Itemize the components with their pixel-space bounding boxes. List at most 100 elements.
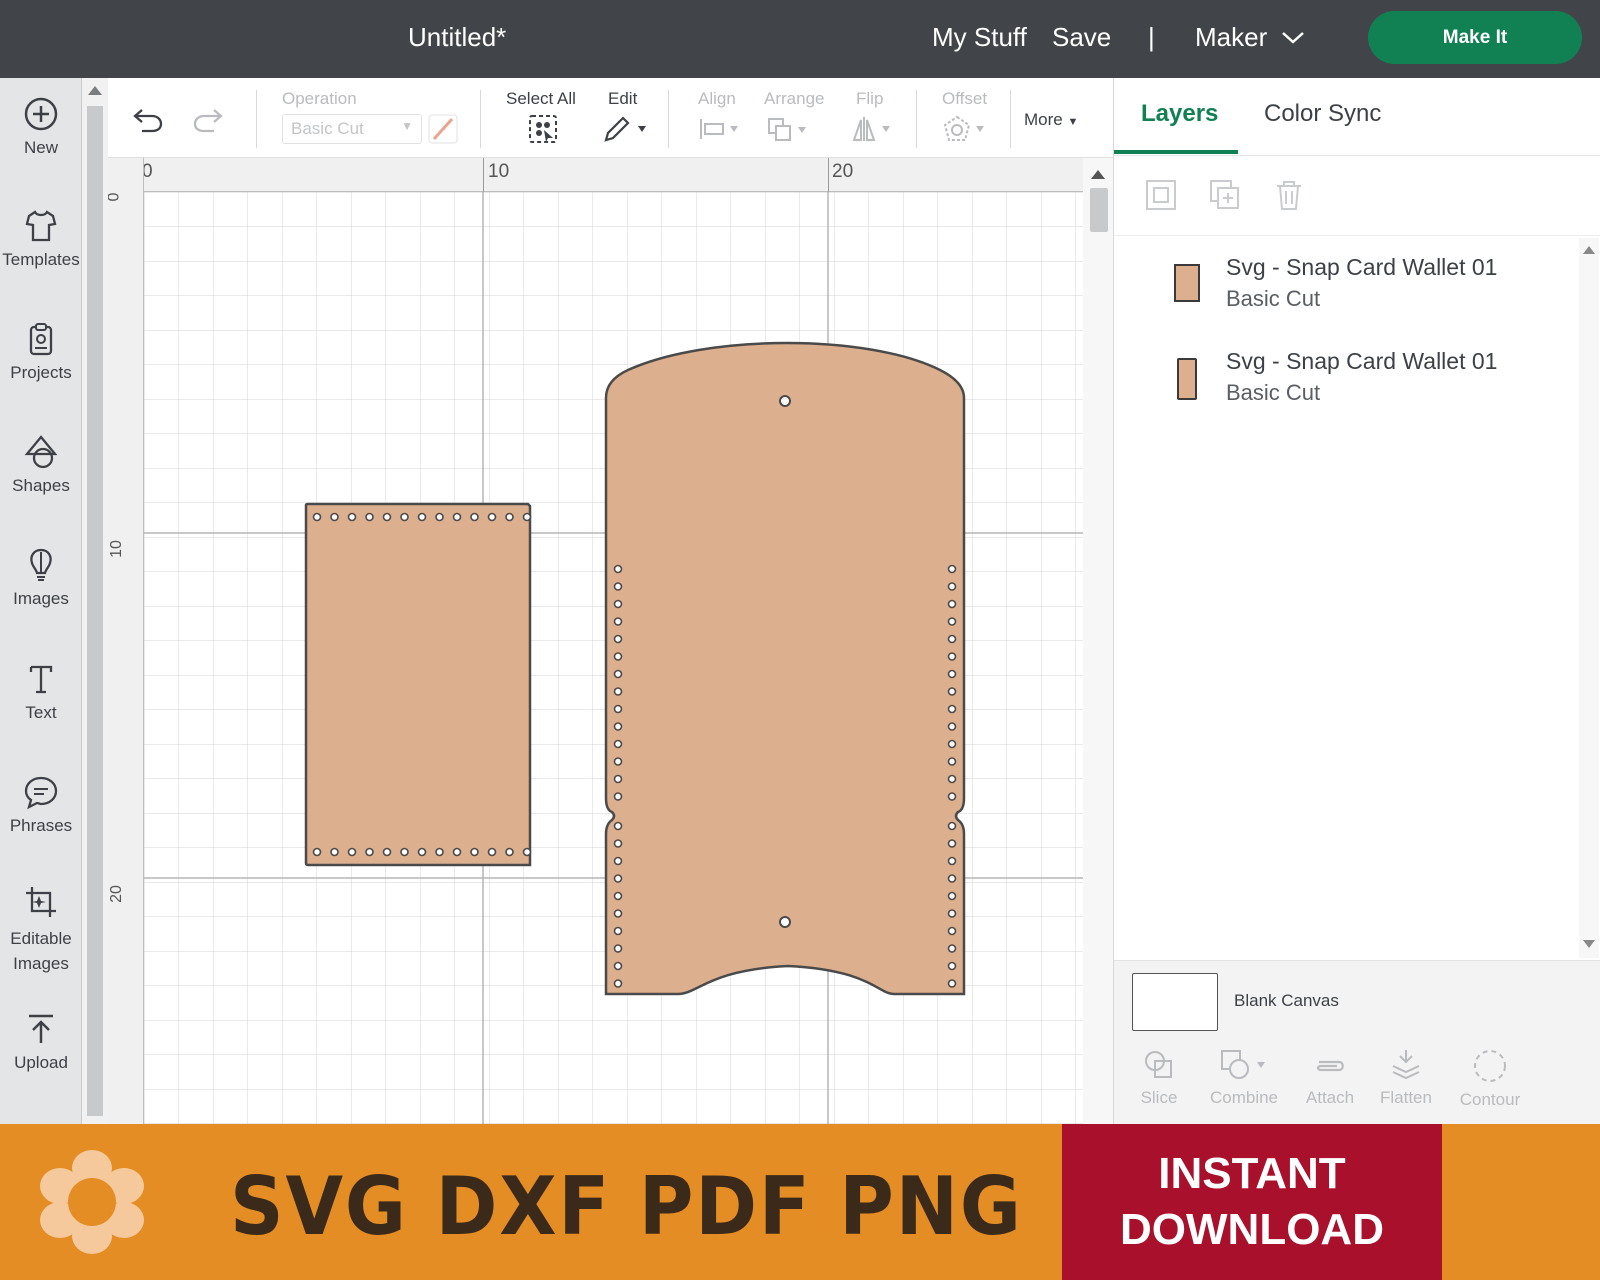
design-canvas[interactable]: 0 10 20 0 10 20: [108, 158, 1083, 1124]
make-it-button[interactable]: Make It: [1368, 11, 1582, 64]
wallet-body-shape[interactable]: [604, 341, 966, 996]
stitch-hole: [947, 687, 957, 696]
scroll-up-arrow-icon[interactable]: [88, 86, 102, 95]
promo-banner: SVG DXF PDF PNG INSTANT DOWNLOAD: [0, 1124, 1600, 1280]
sidebar-label: Images: [13, 589, 69, 608]
layers-scrollbar[interactable]: [1579, 238, 1599, 958]
stitch-hole: [613, 652, 623, 661]
flatten-label: Flatten: [1380, 1088, 1432, 1107]
caret-down-icon: ▼: [1067, 116, 1079, 128]
plus-circle-icon: [24, 97, 58, 131]
scroll-thumb[interactable]: [87, 106, 103, 1116]
stitch-hole: [947, 979, 957, 988]
sidebar-item-images[interactable]: Images: [0, 547, 82, 609]
right-panel: Layers Color Sync Svg - Snap Card Wallet…: [1113, 78, 1600, 1124]
attach-label: Attach: [1305, 1088, 1355, 1107]
layer-tools: Slice Combine Attach Flatten Contour: [1114, 1040, 1600, 1124]
slice-icon: [1145, 1051, 1172, 1078]
sidebar-item-shapes[interactable]: Shapes: [0, 434, 82, 496]
stitch-hole: [613, 757, 623, 766]
tab-color-sync[interactable]: Color Sync: [1264, 100, 1381, 128]
toolbar-divider: [1010, 90, 1011, 148]
flip-label: Flip: [856, 89, 884, 108]
sidebar-item-phrases[interactable]: Phrases: [0, 774, 82, 836]
scroll-thumb[interactable]: [1090, 188, 1108, 232]
combine-button[interactable]: Combine: [1204, 1048, 1284, 1108]
stitch-hole: [947, 839, 957, 848]
stitch-hole: [347, 512, 357, 522]
layer-operation: Basic Cut: [1226, 380, 1321, 405]
canvas-vertical-scrollbar[interactable]: [1083, 158, 1113, 1124]
stitch-hole: [613, 909, 623, 918]
download-line-2: DOWNLOAD: [1120, 1205, 1384, 1254]
layer-operation: Basic Cut: [1226, 286, 1321, 311]
layer-name: Svg - Snap Card Wallet 01: [1226, 348, 1498, 374]
card-pocket-shape[interactable]: [304, 502, 532, 867]
tab-layers[interactable]: Layers: [1141, 100, 1218, 128]
scroll-down-arrow-icon[interactable]: [1583, 940, 1595, 948]
stitch-hole: [947, 722, 957, 731]
stitch-hole: [347, 847, 357, 857]
stitch-hole: [505, 512, 514, 522]
stitch-hole: [947, 856, 957, 866]
stitch-hole: [470, 847, 479, 857]
select-all-icon[interactable]: [528, 114, 558, 144]
sidebar-item-templates[interactable]: Templates: [0, 208, 82, 270]
trash-icon[interactable]: [1272, 178, 1306, 212]
stitch-hole: [613, 687, 623, 696]
layer-item[interactable]: Svg - Snap Card Wallet 01 Basic Cut: [1174, 248, 1564, 328]
sidebar-item-new[interactable]: New: [0, 96, 82, 158]
slice-button[interactable]: Slice: [1134, 1048, 1184, 1108]
stitch-hole: [613, 599, 623, 609]
stitch-hole: [452, 847, 462, 857]
stitch-hole: [613, 739, 623, 749]
stitch-hole: [947, 909, 957, 918]
arrange-label: Arrange: [764, 89, 825, 108]
stitch-hole: [947, 757, 957, 766]
scroll-up-arrow-icon[interactable]: [1583, 246, 1595, 254]
stitch-hole: [613, 839, 623, 848]
more-menu[interactable]: More ▼: [1024, 110, 1078, 130]
sidebar-label: New: [23, 138, 58, 157]
left-scrollbar[interactable]: [82, 78, 108, 1124]
my-stuff-link[interactable]: My Stuff: [932, 22, 1027, 53]
machine-select[interactable]: Maker: [1195, 22, 1305, 53]
redo-icon[interactable]: [192, 106, 224, 134]
duplicate-icon[interactable]: [1208, 178, 1242, 212]
stitch-hole: [947, 774, 957, 784]
sidebar-item-editable-images[interactable]: Editable Images: [0, 884, 82, 976]
sidebar-label: Text: [25, 703, 57, 722]
layer-thumbnail: [1174, 264, 1200, 302]
stitch-hole: [613, 582, 623, 591]
save-button[interactable]: Save: [1052, 22, 1111, 53]
layer-item[interactable]: Svg - Snap Card Wallet 01 Basic Cut: [1174, 342, 1564, 422]
undo-icon[interactable]: [132, 106, 164, 134]
pen-edit-icon[interactable]: [602, 114, 648, 144]
toolbar-divider: [256, 90, 257, 148]
operation-select[interactable]: Basic Cut ▼: [282, 114, 422, 144]
project-title[interactable]: Untitled*: [408, 22, 506, 53]
scroll-up-arrow-icon[interactable]: [1091, 170, 1105, 179]
sidebar-item-upload[interactable]: Upload: [0, 1011, 82, 1073]
sidebar-item-projects[interactable]: Projects: [0, 321, 82, 383]
tshirt-icon: [25, 210, 57, 242]
flatten-button[interactable]: Flatten: [1376, 1048, 1436, 1108]
contour-button[interactable]: Contour: [1454, 1048, 1526, 1110]
machine-label: Maker: [1195, 22, 1268, 52]
attach-icon: [1316, 1060, 1344, 1072]
group-icon[interactable]: [1144, 178, 1178, 212]
stitch-hole: [365, 512, 374, 522]
pen-color-swatch-icon[interactable]: [428, 114, 458, 144]
stitch-hole: [470, 512, 479, 522]
sidebar-label: Editable Images: [10, 929, 72, 973]
edit-toolbar: Operation Basic Cut ▼ Select All Edit Al…: [108, 78, 1113, 158]
blank-canvas-row[interactable]: Blank Canvas: [1114, 960, 1600, 1040]
combine-label: Combine: [1209, 1088, 1279, 1107]
stitch-hole: [365, 847, 374, 857]
stitch-hole: [947, 821, 957, 831]
top-bar: Untitled* My Stuff Save | Maker Make It: [0, 0, 1600, 78]
attach-button[interactable]: Attach: [1300, 1048, 1360, 1108]
stitch-hole: [613, 722, 623, 731]
sidebar-item-text[interactable]: Text: [0, 661, 82, 723]
stitch-hole: [417, 512, 427, 522]
